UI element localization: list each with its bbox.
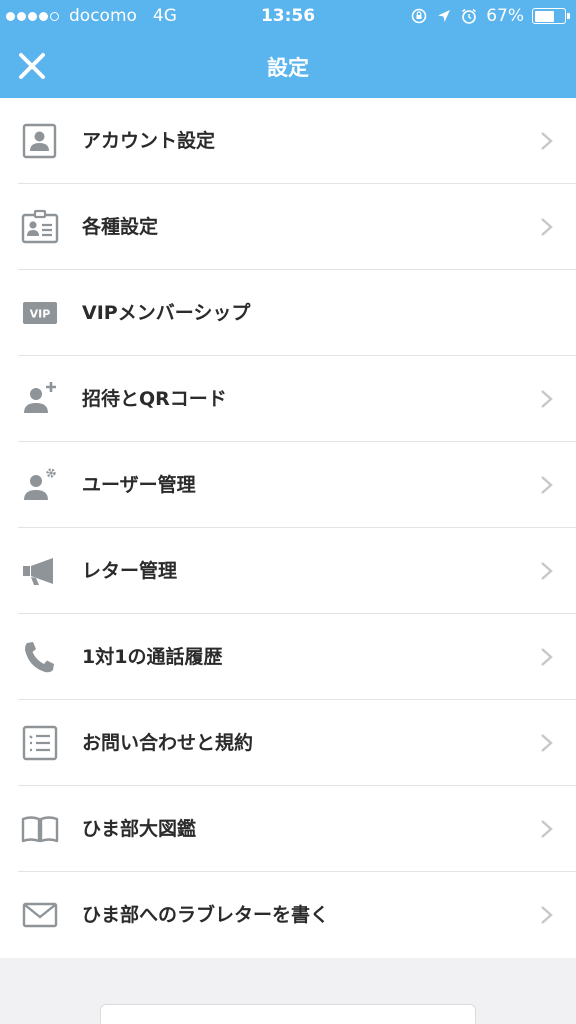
user-gear-icon (24, 468, 56, 500)
battery-icon (532, 8, 570, 24)
chevron-right-icon (541, 476, 553, 494)
menu-item-label: ひま部へのラブレターを書く (82, 904, 330, 926)
phone-icon (25, 642, 54, 673)
menu-item-label: 1対1の通話履歴 (82, 646, 223, 668)
chevron-right-icon (541, 132, 553, 150)
chevron-right-icon (541, 820, 553, 838)
menu-item-contact-terms[interactable]: お問い合わせと規約 (0, 700, 576, 786)
menu-item-encyclopedia[interactable]: ひま部大図鑑 (0, 786, 576, 872)
menu-item-various-settings[interactable]: 各種設定 (0, 184, 576, 270)
orientation-lock-icon (411, 8, 427, 24)
header: docomo 4G 13:56 67% 設定 (0, 0, 576, 98)
book-icon (21, 816, 59, 843)
menu-item-letter-management[interactable]: レター管理 (0, 528, 576, 614)
menu-item-invite-qr[interactable]: 招待とQRコード (0, 356, 576, 442)
chevron-right-icon (541, 390, 553, 408)
settings-menu: アカウント設定 各種設定 VIP VIPメンバーシップ 招待とQRコード ユーザ… (0, 98, 576, 958)
navigation-bar: 設定 (0, 34, 576, 98)
menu-item-label: 招待とQRコード (82, 388, 227, 410)
megaphone-icon (23, 558, 53, 585)
bottom-card[interactable] (100, 1004, 476, 1024)
menu-item-label: レター管理 (82, 560, 178, 582)
chevron-right-icon (541, 734, 553, 752)
svg-text:VIP: VIP (30, 308, 51, 321)
chevron-right-icon (541, 906, 553, 924)
menu-item-label: ユーザー管理 (82, 474, 196, 496)
location-arrow-icon (438, 10, 451, 22)
id-card-icon (21, 209, 59, 244)
vip-icon: VIP (23, 302, 57, 324)
menu-item-label: VIPメンバーシップ (82, 302, 251, 324)
menu-item-love-letter[interactable]: ひま部へのラブレターを書く (0, 872, 576, 958)
page-title: 設定 (267, 56, 309, 80)
add-user-icon (24, 382, 56, 413)
status-bar: docomo 4G 13:56 67% (0, 0, 576, 34)
alarm-icon (462, 8, 477, 24)
chevron-right-icon (541, 562, 553, 580)
menu-item-label: お問い合わせと規約 (82, 732, 254, 754)
menu-item-call-history[interactable]: 1対1の通話履歴 (0, 614, 576, 700)
chevron-right-icon (541, 648, 553, 666)
list-icon (22, 725, 58, 761)
mail-icon (22, 902, 58, 928)
menu-item-label: アカウント設定 (82, 130, 216, 152)
menu-item-vip-membership[interactable]: VIP VIPメンバーシップ (0, 270, 576, 356)
menu-item-account-settings[interactable]: アカウント設定 (0, 98, 576, 184)
chevron-right-icon (541, 218, 553, 236)
menu-item-user-management[interactable]: ユーザー管理 (0, 442, 576, 528)
menu-item-label: ひま部大図鑑 (82, 818, 197, 840)
battery-percent: 67% (486, 6, 524, 26)
account-icon (22, 123, 57, 159)
menu-item-label: 各種設定 (82, 216, 159, 238)
